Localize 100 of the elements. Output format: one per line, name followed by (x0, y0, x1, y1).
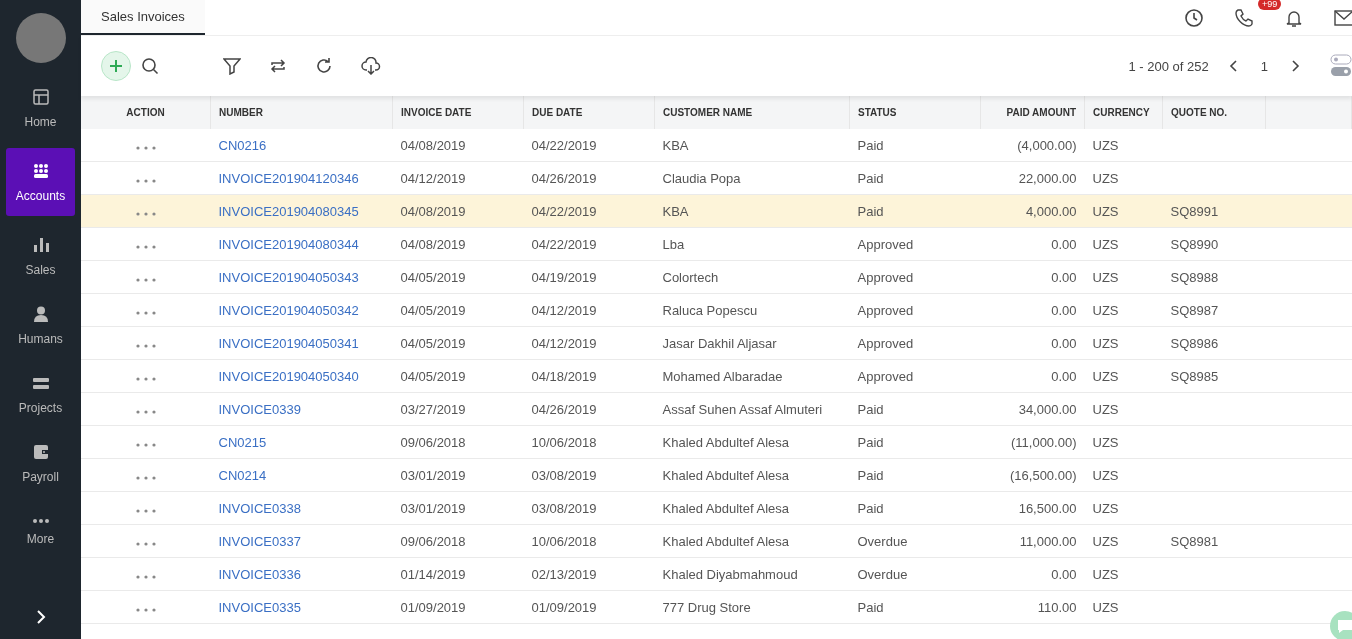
more-icon (31, 518, 50, 523)
paid-amount: (11,000.00) (1010, 434, 1077, 450)
column-header[interactable]: DUE DATE (532, 107, 583, 118)
selected-row[interactable]: INVOICE201904080345 04/08/2019 04/22/2019 KBA Paid 4,000.00 UZS SQ8991 (81, 194, 1352, 228)
invoice-date: 04/05/2019 (400, 302, 466, 318)
mail-icon[interactable] (1334, 9, 1352, 26)
due-date: 04/22/2019 (531, 236, 597, 252)
clock-icon[interactable] (1184, 7, 1204, 28)
invoice-number-link[interactable]: INVOICE0339 (218, 401, 301, 417)
status-text: Approved (857, 269, 914, 285)
avatar[interactable] (15, 13, 66, 63)
invoice-number-link[interactable]: CN0214 (218, 467, 267, 483)
filter-icon[interactable] (223, 57, 241, 75)
customer-name: Khaled Abdultef Alesa (662, 533, 789, 549)
more-actions-icon[interactable] (135, 211, 156, 216)
invoice-number-link[interactable]: CN0215 (218, 434, 267, 450)
currency-code: UZS (1092, 368, 1119, 384)
invoice-number-link[interactable]: INVOICE0338 (218, 500, 301, 516)
search-icon[interactable] (141, 57, 159, 75)
customer-name: 777 Drug Store (662, 599, 751, 615)
add-button[interactable] (101, 51, 131, 81)
chevron-right-icon[interactable] (1290, 59, 1300, 73)
invoice-number-link[interactable]: INVOICE201904050343 (218, 269, 359, 285)
more-actions-icon[interactable] (135, 376, 156, 381)
column-header[interactable]: QUOTE NO. (1171, 107, 1228, 118)
invoice-number-link[interactable]: INVOICE0336 (218, 566, 301, 582)
invoice-number-link[interactable]: INVOICE201904050340 (218, 368, 359, 384)
paid-amount: 16,500.00 (1018, 500, 1077, 516)
customer-name: Khaled Abdultef Alesa (662, 434, 789, 450)
status-text: Paid (857, 137, 884, 153)
more-actions-icon[interactable] (135, 442, 156, 447)
sidebar-item[interactable]: Humans (6, 296, 75, 354)
more-actions-icon[interactable] (135, 244, 156, 249)
more-actions-icon[interactable] (135, 277, 156, 282)
more-actions-icon[interactable] (135, 145, 156, 150)
paid-amount: 0.00 (1051, 236, 1077, 252)
more-actions-icon[interactable] (135, 607, 156, 612)
currency-code: UZS (1092, 599, 1119, 615)
sidebar-item[interactable]: More (6, 503, 75, 561)
customer-name: KBA (662, 137, 689, 153)
due-date: 04/19/2019 (531, 269, 597, 285)
layout-icon (31, 87, 50, 106)
invoice-date: 09/06/2018 (400, 533, 466, 549)
column-header[interactable]: NUMBER (219, 107, 263, 118)
chevron-left-icon[interactable] (1228, 59, 1239, 73)
swap-arrows-icon[interactable] (269, 57, 287, 75)
due-date: 04/12/2019 (531, 335, 597, 351)
more-actions-icon[interactable] (135, 409, 156, 414)
chevron-right-icon[interactable] (35, 609, 46, 625)
invoice-date: 09/06/2018 (400, 434, 466, 450)
due-date: 04/22/2019 (531, 203, 597, 219)
customer-name: Khaled Abdultef Alesa (662, 467, 789, 483)
column-header[interactable]: CUSTOMER NAME (663, 107, 753, 118)
column-header[interactable]: ACTION (126, 107, 165, 118)
sidebar-item[interactable]: Projects (6, 365, 75, 423)
paid-amount: 110.00 (1037, 599, 1077, 615)
invoice-date: 04/12/2019 (400, 170, 466, 186)
column-header[interactable]: INVOICE DATE (401, 107, 472, 118)
currency-code: UZS (1092, 566, 1119, 582)
status-text: Paid (857, 500, 884, 516)
due-date: 03/08/2019 (531, 467, 597, 483)
phone-icon[interactable] (1234, 7, 1254, 28)
more-actions-icon[interactable] (135, 541, 156, 546)
more-actions-icon[interactable] (135, 178, 156, 183)
more-actions-icon[interactable] (135, 574, 156, 579)
currency-code: UZS (1092, 170, 1119, 186)
toggle-switch-icon[interactable] (1330, 54, 1352, 78)
more-actions-icon[interactable] (135, 343, 156, 348)
person-icon (31, 304, 50, 323)
sidebar-item[interactable]: Payroll (6, 434, 75, 492)
plus-icon (109, 59, 123, 73)
more-actions-icon[interactable] (135, 475, 156, 480)
invoice-number-link[interactable]: INVOICE201904080344 (218, 236, 359, 252)
customer-name: Raluca Popescu (662, 302, 758, 318)
invoice-number-link[interactable]: INVOICE201904050342 (218, 302, 359, 318)
more-actions-icon[interactable] (135, 508, 156, 513)
refresh-icon[interactable] (315, 57, 333, 75)
status-text: Paid (857, 203, 884, 219)
currency-code: UZS (1092, 434, 1119, 450)
status-text: Paid (857, 467, 884, 483)
invoice-number-link[interactable]: INVOICE201904120346 (218, 170, 359, 186)
customer-name: Assaf Suhen Assaf Almuteri (662, 401, 823, 417)
sidebar-item[interactable]: Sales (6, 227, 75, 285)
sidebar-item[interactable]: Accounts (6, 148, 75, 216)
quote-number: SQ8986 (1170, 335, 1219, 351)
column-header[interactable]: STATUS (858, 107, 897, 118)
invoice-number-link[interactable]: INVOICE0337 (218, 533, 301, 549)
more-actions-icon[interactable] (135, 310, 156, 315)
invoice-number-link[interactable]: CN0216 (218, 137, 267, 153)
invoice-number-link[interactable]: INVOICE0335 (218, 599, 301, 615)
cloud-download-icon[interactable] (361, 57, 381, 75)
due-date: 10/06/2018 (531, 533, 597, 549)
pagination-range: 1 - 200 of 252 (1128, 58, 1209, 74)
status-text: Approved (857, 335, 914, 351)
invoice-date: 04/08/2019 (400, 137, 466, 153)
tab[interactable]: Sales Invoices (81, 0, 205, 35)
sidebar-item[interactable]: Home (6, 79, 75, 137)
status-text: Paid (857, 434, 884, 450)
invoice-number-link[interactable]: INVOICE201904050341 (218, 335, 359, 351)
currency-code: UZS (1092, 533, 1119, 549)
